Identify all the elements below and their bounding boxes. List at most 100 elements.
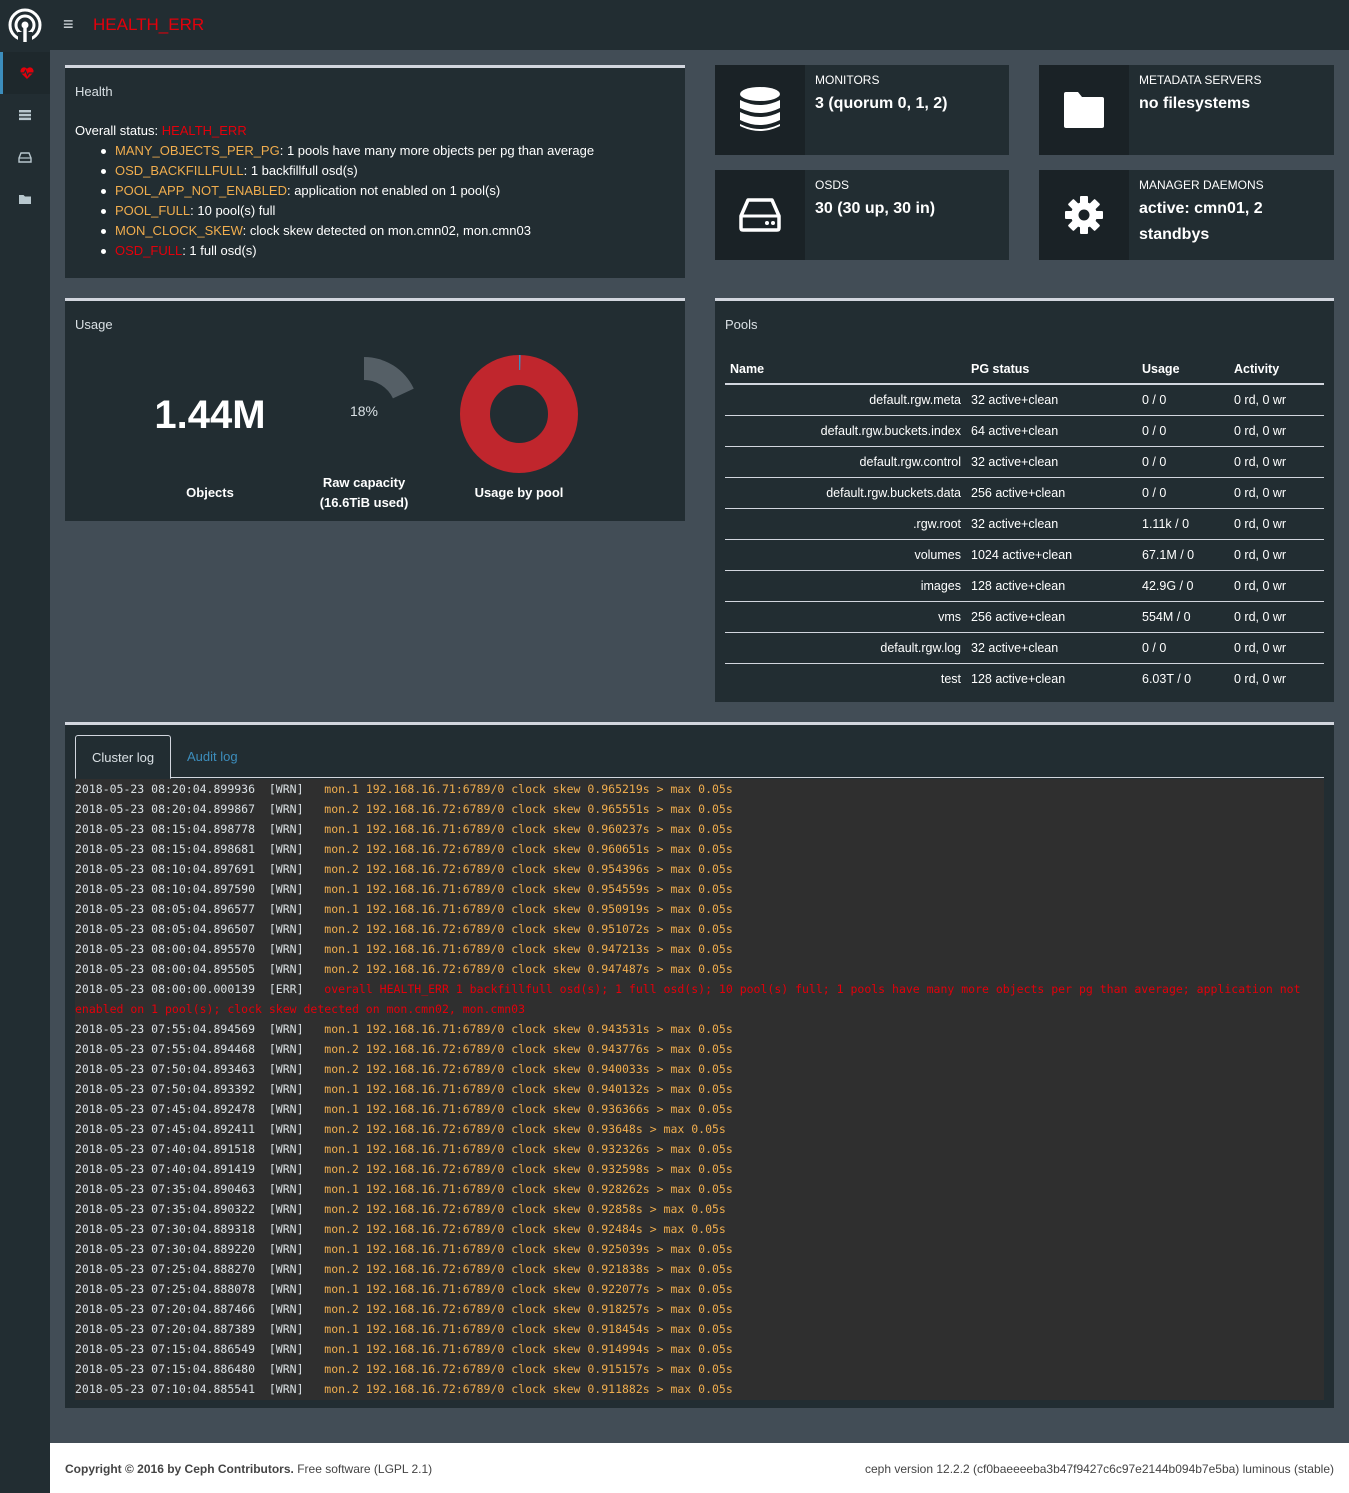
log-message: mon.2 192.168.16.72:6789/0 clock skew 0.…: [324, 1362, 733, 1376]
log-line: 2018-05-23 07:30:04.889220 [WRN] mon.1 1…: [75, 1239, 1324, 1259]
pool-name[interactable]: test: [725, 663, 966, 694]
raw-capacity-label: Raw capacity (16.6TiB used): [294, 473, 434, 513]
log-line: 2018-05-23 07:55:04.894468 [WRN] mon.2 1…: [75, 1039, 1324, 1059]
monitors-infobox[interactable]: MONITORS 3 (quorum 0, 1, 2): [715, 65, 1009, 155]
pool-usage: 0 / 0: [1137, 477, 1229, 509]
hdd-icon: [18, 152, 32, 163]
log-level: [WRN]: [268, 1062, 304, 1076]
health-check-code: OSD_FULL: [115, 243, 183, 258]
metadata-servers-infobox[interactable]: METADATA SERVERS no filesystems: [1039, 65, 1334, 155]
osds-value: 30 (30 up, 30 in): [815, 200, 936, 217]
pool-name[interactable]: default.rgw.buckets.data: [725, 477, 966, 509]
log-message: mon.2 192.168.16.72:6789/0 clock skew 0.…: [324, 862, 733, 876]
table-row: vms 256 active+clean 554M / 00 rd, 0 wr: [725, 601, 1324, 633]
log-message: mon.2 192.168.16.72:6789/0 clock skew 0.…: [324, 802, 733, 816]
log-timestamp: 2018-05-23 07:35:04.890322: [75, 1202, 256, 1216]
pool-name[interactable]: .rgw.root: [725, 508, 966, 540]
column-header-usage[interactable]: Usage: [1137, 354, 1229, 385]
log-panel: Cluster log Audit log 2018-05-23 08:20:0…: [65, 722, 1334, 1408]
sidebar-item-osds[interactable]: [0, 136, 50, 178]
health-check-message: : application not enabled on 1 pool(s): [286, 183, 501, 198]
metadata-servers-label: METADATA SERVERS: [1139, 73, 1262, 87]
log-line: 2018-05-23 08:20:04.899867 [WRN] mon.2 1…: [75, 799, 1324, 819]
pool-slice-test[interactable]: [460, 355, 578, 473]
log-line: 2018-05-23 07:55:04.894569 [WRN] mon.1 1…: [75, 1019, 1324, 1039]
log-level: [WRN]: [268, 1142, 304, 1156]
log-level: [WRN]: [268, 942, 304, 956]
log-message: mon.1 192.168.16.71:6789/0 clock skew 0.…: [324, 782, 733, 796]
log-timestamp: 2018-05-23 07:55:04.894569: [75, 1022, 256, 1036]
pool-name[interactable]: default.rgw.meta: [725, 384, 966, 416]
pool-usage: 554M / 0: [1137, 601, 1229, 633]
log-line: 2018-05-23 07:40:04.891419 [WRN] mon.2 1…: [75, 1159, 1324, 1179]
pool-pg-status: 32 active+clean: [966, 632, 1137, 664]
ceph-logo-icon[interactable]: [7, 8, 43, 44]
log-timestamp: 2018-05-23 07:40:04.891518: [75, 1142, 256, 1156]
log-line: 2018-05-23 07:50:04.893463 [WRN] mon.2 1…: [75, 1059, 1324, 1079]
header-health-status[interactable]: HEALTH_ERR: [93, 15, 204, 35]
log-level: [WRN]: [268, 922, 304, 936]
pool-activity: 0 rd, 0 wr: [1229, 477, 1324, 509]
hamburger-icon[interactable]: ≡: [63, 15, 79, 33]
column-header-activity[interactable]: Activity: [1229, 354, 1324, 385]
log-line: 2018-05-23 07:35:04.890463 [WRN] mon.1 1…: [75, 1179, 1324, 1199]
pool-activity: 0 rd, 0 wr: [1229, 446, 1324, 478]
tab-audit-log[interactable]: Audit log: [171, 735, 254, 778]
log-level: [WRN]: [268, 882, 304, 896]
footer-copyright: Copyright © 2016 by Ceph Contributors.: [65, 1462, 294, 1476]
log-message: mon.1 192.168.16.71:6789/0 clock skew 0.…: [324, 1242, 733, 1256]
osds-infobox[interactable]: OSDS 30 (30 up, 30 in): [715, 170, 1009, 260]
column-header-pg-status[interactable]: PG status: [966, 354, 1137, 385]
table-row: default.rgw.log 32 active+clean 0 / 00 rd,…: [725, 632, 1324, 664]
usage-by-pool-donut[interactable]: [458, 353, 580, 475]
log-level: [ERR]: [268, 982, 304, 996]
pool-activity: 0 rd, 0 wr: [1229, 539, 1324, 571]
pool-name[interactable]: vms: [725, 601, 966, 633]
sidebar: [0, 50, 50, 1493]
log-level: [WRN]: [268, 1262, 304, 1276]
column-header-name[interactable]: Name: [725, 354, 966, 385]
health-panel: Health Overall status: HEALTH_ERR MANY_O…: [65, 65, 685, 278]
sidebar-item-health[interactable]: [0, 52, 50, 94]
log-line: 2018-05-23 08:05:04.896507 [WRN] mon.2 1…: [75, 919, 1324, 939]
log-message: mon.1 192.168.16.71:6789/0 clock skew 0.…: [324, 942, 733, 956]
log-message: mon.2 192.168.16.72:6789/0 clock skew 0.…: [324, 1062, 733, 1076]
log-line: 2018-05-23 08:15:04.898778 [WRN] mon.1 1…: [75, 819, 1324, 839]
log-timestamp: 2018-05-23 07:30:04.889318: [75, 1222, 256, 1236]
log-line: 2018-05-23 07:10:04.885541 [WRN] mon.2 1…: [75, 1379, 1324, 1399]
log-level: [WRN]: [268, 1162, 304, 1176]
cluster-log-output[interactable]: 2018-05-23 08:20:04.899936 [WRN] mon.1 1…: [75, 779, 1324, 1400]
pool-name[interactable]: volumes: [725, 539, 966, 571]
log-timestamp: 2018-05-23 08:15:04.898681: [75, 842, 256, 856]
overall-status-label: Overall status:: [75, 123, 162, 138]
sidebar-item-servers[interactable]: [0, 94, 50, 136]
tab-cluster-log[interactable]: Cluster log: [75, 735, 172, 779]
log-line: 2018-05-23 07:45:04.892411 [WRN] mon.2 1…: [75, 1119, 1324, 1139]
health-title: Health: [75, 84, 113, 99]
log-line: 2018-05-23 07:25:04.888270 [WRN] mon.2 1…: [75, 1259, 1324, 1279]
manager-daemons-infobox[interactable]: MANAGER DAEMONS active: cmn01, 2 standby…: [1039, 170, 1334, 260]
objects-label: Objects: [186, 485, 234, 500]
pool-pg-status: 1024 active+clean: [966, 539, 1137, 571]
pool-name[interactable]: default.rgw.log: [725, 632, 966, 664]
health-check-item: POOL_APP_NOT_ENABLED: application not en…: [101, 181, 675, 201]
log-line: 2018-05-23 08:00:04.895570 [WRN] mon.1 1…: [75, 939, 1324, 959]
overall-status-value: HEALTH_ERR: [161, 123, 247, 138]
monitors-value: 3 (quorum 0, 1, 2): [815, 95, 948, 112]
log-timestamp: 2018-05-23 08:10:04.897590: [75, 882, 256, 896]
log-timestamp: 2018-05-23 08:00:04.895570: [75, 942, 256, 956]
sidebar-item-filesystems[interactable]: [0, 178, 50, 220]
pool-name[interactable]: images: [725, 570, 966, 602]
top-header: ≡ HEALTH_ERR: [0, 0, 1349, 50]
log-line: 2018-05-23 08:10:04.897590 [WRN] mon.1 1…: [75, 879, 1324, 899]
log-timestamp: 2018-05-23 07:50:04.893463: [75, 1062, 256, 1076]
pool-name[interactable]: default.rgw.buckets.index: [725, 415, 966, 447]
log-message: mon.1 192.168.16.71:6789/0 clock skew 0.…: [324, 822, 733, 836]
log-level: [WRN]: [268, 1222, 304, 1236]
raw-capacity-gauge: 18%: [350, 357, 414, 419]
health-check-message: : 1 backfillfull osd(s): [243, 163, 358, 178]
pool-name[interactable]: default.rgw.control: [725, 446, 966, 478]
log-timestamp: 2018-05-23 08:15:04.898778: [75, 822, 256, 836]
pool-activity: 0 rd, 0 wr: [1229, 570, 1324, 602]
health-check-code: POOL_APP_NOT_ENABLED: [115, 183, 287, 198]
